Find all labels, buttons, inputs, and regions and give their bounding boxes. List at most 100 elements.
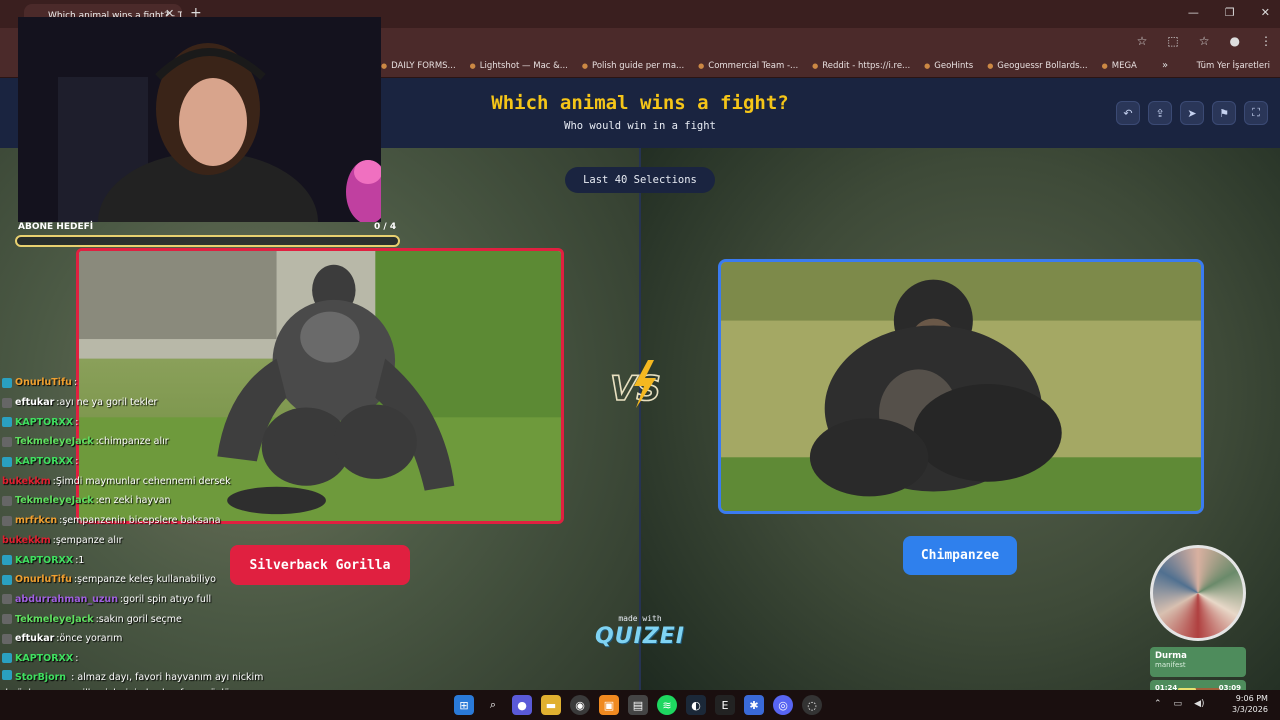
chat-username: KAPTORXX — [15, 554, 74, 566]
taskbar: ⊞ ⌕ ● ▬ ◉ ▣ ▤ ≋ ◐ E ✱ ◎ ◌ ⌃ ▭ ◀) 9:06 PM… — [0, 690, 1280, 720]
chat-username: KAPTORXX — [15, 456, 74, 468]
bookmark-item[interactable]: MEGA — [1102, 61, 1137, 71]
bookmark-list: DAILY FORMS... Lightshot — Mac &... Polish… — [381, 61, 1137, 71]
chat-message: ayı ne ya goril tekler — [59, 397, 158, 409]
steam-icon[interactable]: ◐ — [686, 695, 706, 715]
start-icon[interactable]: ⊞ — [454, 695, 474, 715]
send-icon[interactable]: ➤ — [1180, 101, 1204, 125]
chat-username: eftukar — [15, 633, 55, 645]
chat-username: eftukar — [15, 397, 55, 409]
chat-line: bukekkm : şempanze alır — [2, 531, 272, 551]
chat-username: KAPTORXX — [15, 416, 74, 428]
chat-line: KAPTORXX : 1 — [2, 550, 272, 570]
chat-separator: : — [75, 456, 79, 468]
restore-icon[interactable]: ❐ — [1225, 6, 1235, 19]
network-icon[interactable]: ▭ — [1174, 699, 1183, 709]
obs-icon[interactable]: ◌ — [802, 695, 822, 715]
webcam-feed — [18, 17, 381, 222]
all-bookmarks-link[interactable]: Tüm Yer İşaretleri — [1197, 61, 1270, 71]
clock-date: 3/3/2026 — [1232, 705, 1268, 714]
bookmark-item[interactable]: Geoguessr Bollards... — [987, 61, 1087, 71]
battlenet-icon[interactable]: ✱ — [744, 695, 764, 715]
chat-badge — [2, 653, 12, 664]
screen: Which animal wins a fight? - Ti ✕ + — ❐ … — [0, 0, 1280, 720]
tray-chevron-icon[interactable]: ⌃ — [1154, 699, 1162, 709]
chat-line: KAPTORXX : — [2, 452, 272, 472]
toolbar-icons: ☆ ⬚ ☆ ● ⋮ — [1137, 34, 1272, 48]
app-icon[interactable]: ▣ — [599, 695, 619, 715]
discord-icon[interactable]: ◎ — [773, 695, 793, 715]
chat-badge — [2, 555, 12, 566]
chat-message: Şimdi maymunlar cehennemi dersek — [55, 475, 231, 487]
chimpanzee-image — [721, 262, 1201, 511]
extensions-icon[interactable]: ⬚ — [1167, 34, 1178, 48]
volume-icon[interactable]: ◀) — [1194, 699, 1204, 709]
menu-icon[interactable]: ⋮ — [1260, 34, 1272, 48]
vs-icon: VS — [609, 360, 662, 410]
chat-separator: : — [75, 652, 79, 664]
close-window-icon[interactable]: ✕ — [1261, 6, 1270, 19]
streamer-webcam-image — [18, 17, 381, 222]
last-selections-pill[interactable]: Last 40 Selections — [565, 167, 715, 193]
song-artist: manifest — [1155, 661, 1186, 669]
quizei-logo[interactable]: QUIZEI — [590, 624, 690, 649]
chat-message: önce yorarım — [59, 633, 123, 645]
made-with-label: made with — [618, 614, 662, 623]
chat-username: mrfrkcn — [15, 515, 58, 527]
chat-badge — [2, 515, 12, 526]
system-tray: ⌃ ▭ ◀) — [1154, 699, 1205, 709]
bookmark-item[interactable]: GeoHints — [924, 61, 973, 71]
chat-badge — [2, 574, 12, 585]
share-icon[interactable]: ⇪ — [1148, 101, 1172, 125]
bookmark-item[interactable]: Polish guide per ma... — [582, 61, 684, 71]
chat-username: bukekkm — [2, 475, 51, 487]
teams-icon[interactable]: ● — [512, 695, 532, 715]
minimize-icon[interactable]: — — [1188, 6, 1199, 19]
profile-icon[interactable]: ● — [1230, 34, 1240, 48]
chat-line: TekmeleyeJack : chimpanze alır — [2, 432, 272, 452]
chat-username: TekmeleyeJack — [15, 495, 94, 507]
album-art — [1150, 545, 1246, 641]
chat-badge — [2, 633, 12, 644]
undo-icon[interactable]: ↶ — [1116, 101, 1140, 125]
bookmark-item[interactable]: Commercial Team -... — [698, 61, 798, 71]
taskbar-apps: ⊞ ⌕ ● ▬ ◉ ▣ ▤ ≋ ◐ E ✱ ◎ ◌ — [454, 695, 822, 715]
taskbar-clock[interactable]: 9:06 PM 3/3/2026 — [1232, 693, 1268, 715]
select-right-button[interactable]: Chimpanzee — [903, 536, 1017, 575]
chat-username: TekmeleyeJack — [15, 436, 94, 448]
chat-line: OnurluTifu : — [2, 373, 272, 393]
file-explorer-icon[interactable]: ▬ — [541, 695, 561, 715]
bookmark-star-icon[interactable]: ☆ — [1137, 34, 1148, 48]
now-playing: Durma manifest — [1150, 647, 1246, 677]
bookmark-item[interactable]: Reddit - https://i.re... — [812, 61, 910, 71]
bookmark-item[interactable]: DAILY FORMS... — [381, 61, 456, 71]
svg-text:VS: VS — [610, 369, 661, 409]
notes-icon[interactable]: ▤ — [628, 695, 648, 715]
chat-line: OnurluTifu : şempanze keleş kullanabiliy… — [2, 570, 272, 590]
reading-list-icon[interactable]: ☆ — [1199, 34, 1210, 48]
header-buttons: ↶ ⇪ ➤ ⚑ ⛶ — [1116, 101, 1268, 125]
bookmarks-overflow-icon[interactable]: » — [1162, 60, 1168, 71]
chat-badge — [2, 417, 12, 428]
goal-count: 0 / 4 — [374, 222, 397, 232]
chat-badge — [2, 495, 12, 506]
spotify-icon[interactable]: ≋ — [657, 695, 677, 715]
chat-line: TekmeleyeJack : en zeki hayvan — [2, 491, 272, 511]
chat-badge — [2, 456, 12, 467]
search-icon[interactable]: ⌕ — [483, 695, 503, 715]
bookmark-item[interactable]: Lightshot — Mac &... — [470, 61, 568, 71]
chat-line: abdurrahman_uzun : goril spin atıyo full — [2, 590, 272, 610]
chat-message: en zeki hayvan — [98, 495, 171, 507]
chat-line: eftukar : ayı ne ya goril tekler — [2, 393, 272, 413]
chat-message: şempanzenin bicepslere baksana — [62, 515, 221, 527]
chrome-icon[interactable]: ◉ — [570, 695, 590, 715]
chat-message: sakın goril seçme — [98, 613, 182, 625]
epic-games-icon[interactable]: E — [715, 695, 735, 715]
fullscreen-icon[interactable]: ⛶ — [1244, 101, 1268, 125]
center-divider — [639, 148, 641, 690]
flag-icon[interactable]: ⚑ — [1212, 101, 1236, 125]
chat-line: eftukar : önce yorarım — [2, 629, 272, 649]
song-title: Durma — [1155, 651, 1187, 661]
chat-separator: : — [73, 377, 78, 389]
chimpanzee-image-card[interactable] — [718, 259, 1204, 514]
